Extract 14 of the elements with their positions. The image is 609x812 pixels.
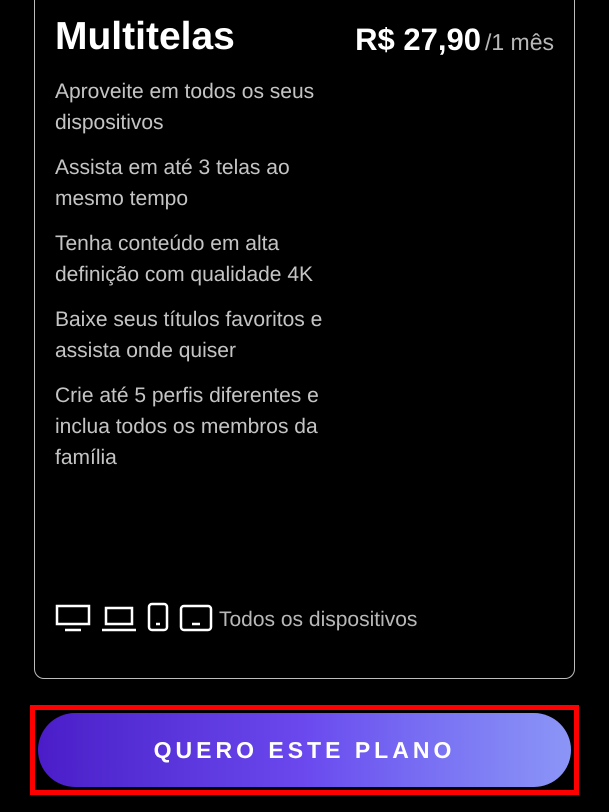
plan-price: R$ 27,90 bbox=[355, 21, 481, 59]
plan-title: Multitelas bbox=[55, 14, 235, 60]
price-period: /1 mês bbox=[484, 28, 554, 57]
feature-text: Tenha conteúdo em alta definição com qualidade 4K bbox=[55, 231, 314, 288]
devices-label: Todos os dispositivos bbox=[219, 608, 418, 632]
feature-text: Baixe seus títulos favoritos e assista onde quiser bbox=[55, 307, 324, 364]
feature-text: Aproveite em todos os seus dispositivos bbox=[55, 79, 316, 136]
feature-text: Assista em até 3 telas ao mesmo tempo bbox=[55, 155, 291, 212]
tablet-icon bbox=[179, 604, 213, 632]
feature-text: Crie até 5 perfis diferentes e inclua todos os membros da família bbox=[55, 383, 320, 471]
phone-icon bbox=[147, 602, 169, 632]
monitor-icon bbox=[55, 604, 91, 632]
laptop-icon bbox=[101, 604, 137, 632]
subscribe-button[interactable]: QUERO ESTE PLANO bbox=[38, 713, 571, 787]
